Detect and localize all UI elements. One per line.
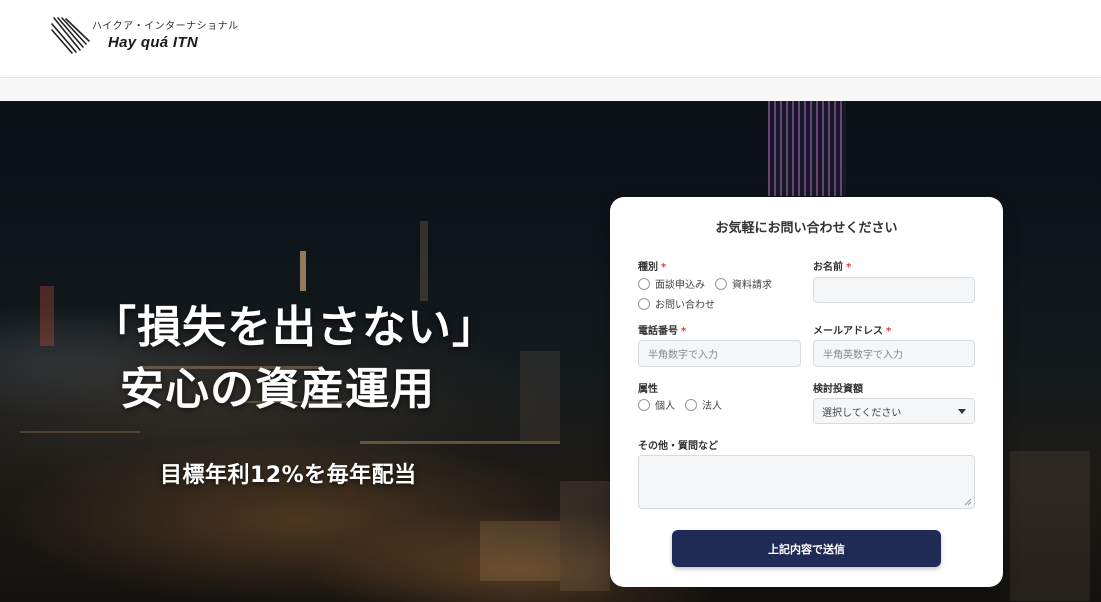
radio-button[interactable]: [638, 297, 650, 310]
type-option-meeting[interactable]: 面談申込み: [638, 276, 705, 291]
radio-button[interactable]: [685, 398, 697, 411]
investment-label: 検討投資額: [813, 384, 863, 395]
phone-label: 電話番号 *: [638, 326, 687, 337]
resize-handle-icon[interactable]: [964, 498, 972, 506]
contact-form-card: お気軽にお問い合わせください 種別 * 面談申込み 資料請求 お問い合わせ お名前…: [610, 197, 1003, 587]
type-label: 種別 *: [638, 262, 667, 273]
hero-headline-line2: 安心の資産運用: [120, 364, 435, 415]
hero-headline: 「損失を出さない」 安心の資産運用: [92, 297, 522, 421]
attribute-option-corporate[interactable]: 法人: [685, 397, 722, 412]
name-input[interactable]: [813, 277, 975, 303]
logo-subtitle: ハイクア・インターナショナル: [92, 21, 239, 32]
logo-mark-icon: [51, 17, 90, 54]
logo-title: Hay quá ITN: [108, 34, 198, 51]
form-title: お気軽にお問い合わせください: [715, 221, 898, 236]
hero-headline-line1: 「損失を出さない」: [92, 302, 497, 353]
required-mark: *: [846, 262, 852, 273]
header-divider-strip: [0, 79, 1101, 101]
name-label: お名前 *: [813, 262, 852, 273]
type-radio-group: 面談申込み 資料請求: [638, 276, 782, 291]
other-textarea[interactable]: [638, 455, 975, 509]
radio-button[interactable]: [715, 277, 727, 290]
hero-subheadline: 目標年利12%を毎年配当: [160, 463, 417, 488]
required-mark: *: [661, 262, 667, 273]
type-radio-group-row2: お問い合わせ: [638, 296, 725, 311]
radio-button[interactable]: [638, 398, 650, 411]
logo[interactable]: ハイクア・インターナショナル Hay quá ITN: [50, 16, 239, 56]
email-label: メールアドレス *: [813, 326, 892, 337]
required-mark: *: [886, 326, 892, 337]
attribute-option-individual[interactable]: 個人: [638, 397, 675, 412]
required-mark: *: [681, 326, 687, 337]
illuminated-tower: [768, 101, 846, 196]
email-input[interactable]: 半角英数字で入力: [813, 340, 975, 367]
chevron-down-icon: [958, 408, 966, 414]
investment-select[interactable]: 選択してください: [813, 398, 975, 424]
attribute-radio-group: 個人 法人: [638, 397, 732, 412]
radio-button[interactable]: [638, 277, 650, 290]
type-option-inquiry[interactable]: お問い合わせ: [638, 296, 715, 311]
site-header: ハイクア・インターナショナル Hay quá ITN: [0, 0, 1101, 78]
other-label: その他・質問など: [638, 441, 718, 452]
attribute-label: 属性: [638, 384, 658, 395]
submit-button[interactable]: 上記内容で送信: [672, 530, 941, 567]
phone-input[interactable]: 半角数字で入力: [638, 340, 801, 367]
type-option-documents[interactable]: 資料請求: [715, 276, 772, 291]
